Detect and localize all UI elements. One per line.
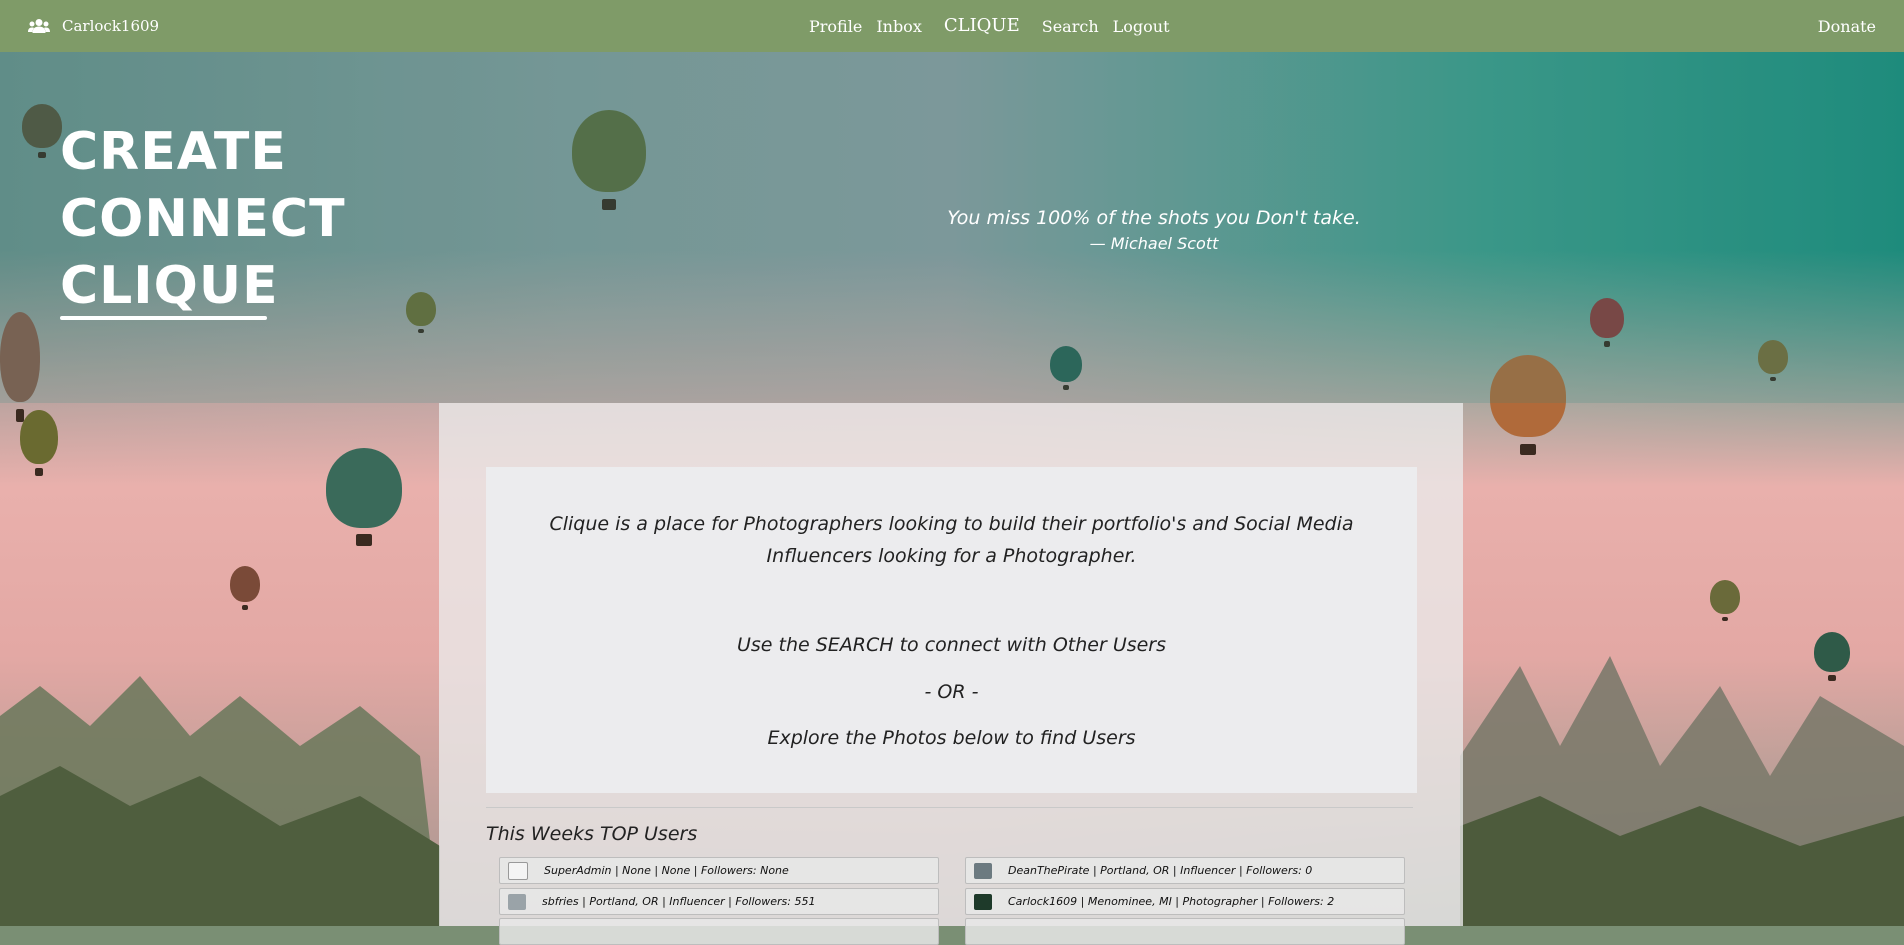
top-user-card[interactable] [965,918,1405,945]
balloon [1710,580,1740,622]
top-user-card[interactable]: DeanThePirate | Portland, OR | Influence… [965,857,1405,884]
intro-line-or: - OR - [924,681,979,703]
user-avatar [508,893,526,910]
hero-word-create: CREATE [60,122,287,182]
nav-right: Donate [1818,0,1876,52]
balloon [326,448,402,546]
hero-word-connect: CONNECT [60,189,346,249]
nav-username: Carlock1609 [62,17,160,35]
hero-quote-attribution: — Michael Scott [1089,234,1219,253]
nav-search-link[interactable]: Search [1042,17,1099,36]
hero-word-clique: CLIQUE [60,256,279,316]
top-user-card[interactable]: Carlock1609 | Menominee, MI | Photograph… [965,888,1405,915]
nav-logout-link[interactable]: Logout [1113,17,1170,36]
intro-line-2: Influencers looking for a Photographer. [766,545,1137,567]
intro-line-explore: Explore the Photos below to find Users [767,727,1136,749]
balloon [1814,632,1850,681]
nav-brand-link[interactable]: CLIQUE [944,15,1020,36]
users-icon [28,19,50,33]
nav-inbox-link[interactable]: Inbox [876,17,922,36]
intro-line-search: Use the SEARCH to connect with Other Use… [736,634,1167,656]
intro-line-1: Clique is a place for Photographers look… [549,513,1354,535]
nav-center-links: Profile Inbox CLIQUE Search Logout [809,0,1184,52]
top-user-card[interactable]: SuperAdmin | None | None | Followers: No… [499,857,939,884]
user-avatar [508,861,528,880]
user-avatar [974,893,992,910]
nav-user-area[interactable]: Carlock1609 [28,0,159,52]
top-user-card[interactable] [499,918,939,945]
divider [486,807,1413,808]
user-avatar [974,862,992,879]
top-user-text: DeanThePirate | Portland, OR | Influence… [1008,864,1313,877]
hero-underline [60,316,267,320]
top-user-card[interactable]: sbfries | Portland, OR | Influencer | Fo… [499,888,939,915]
donate-link[interactable]: Donate [1818,17,1876,36]
balloon [20,410,58,476]
balloon [230,566,260,610]
intro-box: Clique is a place for Photographers look… [486,467,1417,793]
top-user-text: Carlock1609 | Menominee, MI | Photograph… [1008,895,1335,908]
top-users-title: This Weeks TOP Users [486,823,698,845]
nav-profile-link[interactable]: Profile [809,17,862,36]
top-user-text: sbfries | Portland, OR | Influencer | Fo… [542,895,816,908]
navbar: Carlock1609 Profile Inbox CLIQUE Search … [0,0,1904,52]
top-user-text: SuperAdmin | None | None | Followers: No… [544,864,789,877]
hero-quote: You miss 100% of the shots you Don't tak… [947,207,1361,229]
